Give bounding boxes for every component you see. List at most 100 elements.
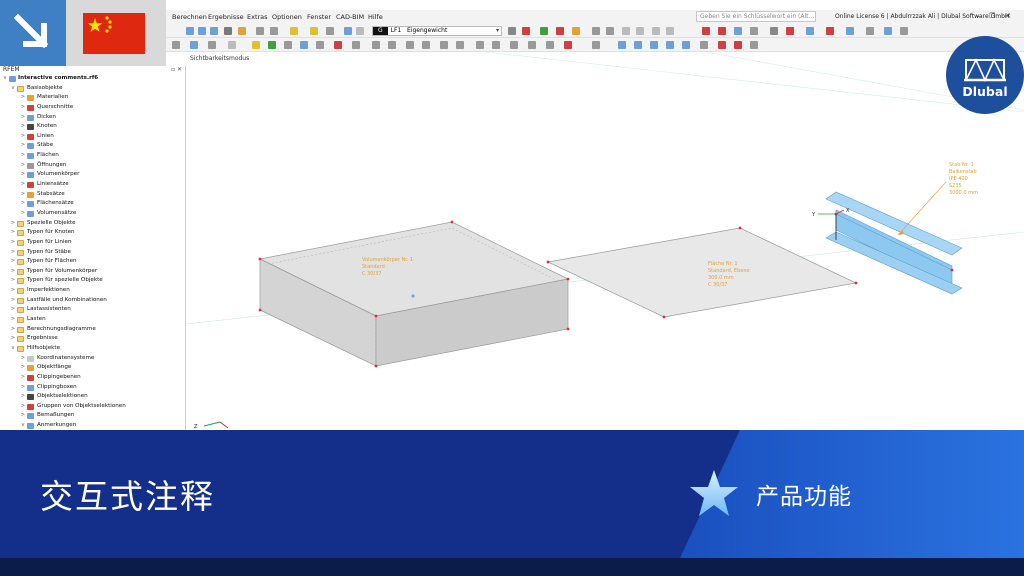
print-icon[interactable] [224, 27, 232, 35]
result-icon[interactable] [718, 27, 726, 35]
chevron-right-icon[interactable]: > [20, 103, 26, 113]
tree-item[interactable]: > Bemaßungen [0, 411, 185, 421]
tree-item[interactable]: > Spezielle Objekte [0, 219, 185, 229]
tree-item[interactable]: > Typen für Flächen [0, 257, 185, 267]
section-icon[interactable] [592, 27, 600, 35]
frame-icon[interactable] [356, 27, 364, 35]
menu-optionen[interactable]: Optionen [272, 13, 302, 21]
table-icon[interactable] [636, 27, 644, 35]
tree-item[interactable]: > Liniensätze [0, 180, 185, 190]
search-input[interactable]: Geben Sie ein Schlüsselwort ein (Alt... [696, 11, 816, 22]
tree-file-row[interactable]: v Interactive comments.rf6 [0, 74, 185, 84]
menu-extras[interactable]: Extras [247, 13, 268, 21]
view-icon[interactable] [650, 41, 658, 49]
chevron-right-icon[interactable]: > [20, 180, 26, 190]
settings-icon[interactable] [900, 27, 908, 35]
menu-hilfe[interactable]: Hilfe [368, 13, 383, 21]
tree-item[interactable]: > Querschnitte [0, 103, 185, 113]
display-icon[interactable] [572, 27, 580, 35]
grid-icon[interactable] [372, 41, 380, 49]
tree-item[interactable]: > Linien [0, 132, 185, 142]
result-icon[interactable] [556, 27, 564, 35]
tree-item[interactable]: > Imperfektionen [0, 286, 185, 296]
tree-item[interactable]: > Gruppen von Objektselektionen [0, 402, 185, 412]
result-icon[interactable] [826, 27, 834, 35]
tree-item[interactable]: v Basisobjekte [0, 84, 185, 94]
view-icon[interactable] [846, 27, 854, 35]
solid-icon[interactable] [316, 41, 324, 49]
calculate-icon[interactable] [540, 27, 548, 35]
minimize-icon[interactable]: – [972, 11, 984, 22]
tree-item[interactable]: > Objektfänge [0, 363, 185, 373]
menu-fenster[interactable]: Fenster [307, 13, 331, 21]
snap-icon[interactable] [528, 41, 536, 49]
chevron-down-icon[interactable]: v [2, 74, 8, 84]
tree-item[interactable]: v Anmerkungen [0, 421, 185, 430]
chevron-right-icon[interactable]: > [20, 383, 26, 393]
chevron-right-icon[interactable]: > [20, 402, 26, 412]
chevron-right-icon[interactable]: > [10, 286, 16, 296]
view-icon[interactable] [884, 27, 892, 35]
tree-item[interactable]: > Koordinatensysteme [0, 354, 185, 364]
tree-item[interactable]: > Clippingboxen [0, 383, 185, 393]
model-icon[interactable] [750, 27, 758, 35]
result-icon[interactable] [702, 27, 710, 35]
chevron-down-icon[interactable]: v [20, 421, 26, 430]
tree-item[interactable]: > Typen für spezielle Objekte [0, 276, 185, 286]
view-icon[interactable] [186, 27, 194, 35]
table-icon[interactable] [652, 27, 660, 35]
chevron-right-icon[interactable]: > [20, 141, 26, 151]
load-case-select[interactable]: G LF1 Eigengewicht ▾ [372, 26, 502, 36]
table-icon[interactable] [700, 41, 708, 49]
snap-icon[interactable] [476, 41, 484, 49]
chevron-right-icon[interactable]: > [20, 113, 26, 123]
snap-icon[interactable] [510, 41, 518, 49]
menu-ergebnisse[interactable]: Ergebnisse [208, 13, 244, 21]
tree-item[interactable]: > Volumensätze [0, 209, 185, 219]
solid-volume[interactable] [258, 220, 570, 368]
snap-icon[interactable] [422, 41, 430, 49]
chevron-down-icon[interactable]: v [10, 344, 16, 354]
chevron-right-icon[interactable]: > [20, 132, 26, 142]
view-icon[interactable] [806, 27, 814, 35]
view-icon[interactable] [682, 41, 690, 49]
chevron-right-icon[interactable]: > [20, 411, 26, 421]
chevron-right-icon[interactable]: > [20, 199, 26, 209]
view-icon[interactable] [198, 27, 206, 35]
model-scene[interactable]: X Y Volumenkörper Nr. 1 Standard C 30/37… [186, 52, 1024, 430]
view-icon[interactable] [734, 27, 742, 35]
chevron-right-icon[interactable]: > [20, 373, 26, 383]
chevron-right-icon[interactable]: > [20, 122, 26, 132]
snap-icon[interactable] [492, 41, 500, 49]
view-icon[interactable] [634, 41, 642, 49]
tree-item[interactable]: > Volumenkörper [0, 170, 185, 180]
tree-item[interactable]: > Öffnungen [0, 161, 185, 171]
snap-icon[interactable] [546, 41, 554, 49]
dimension-icon[interactable] [592, 41, 600, 49]
section-icon[interactable] [606, 27, 614, 35]
chevron-right-icon[interactable]: > [20, 161, 26, 171]
snap-icon[interactable] [456, 41, 464, 49]
line-icon[interactable] [268, 41, 276, 49]
model-icon[interactable] [270, 27, 278, 35]
delete-icon[interactable] [718, 41, 726, 49]
settings-icon[interactable] [750, 41, 758, 49]
tree-item[interactable]: > Knoten [0, 122, 185, 132]
chevron-right-icon[interactable]: > [10, 276, 16, 286]
tree-item[interactable]: > Berechnungsdiagramme [0, 325, 185, 335]
chevron-right-icon[interactable]: > [10, 325, 16, 335]
tree-item[interactable]: > Flächensätze [0, 199, 185, 209]
restore-icon[interactable]: ❐ [986, 11, 998, 22]
chevron-right-icon[interactable]: > [10, 267, 16, 277]
tree-item[interactable]: > Objektselektionen [0, 392, 185, 402]
chevron-right-icon[interactable]: > [10, 334, 16, 344]
previous-icon[interactable] [508, 27, 516, 35]
chevron-right-icon[interactable]: > [10, 228, 16, 238]
settings-icon[interactable] [866, 27, 874, 35]
tree-item[interactable]: > Typen für Knoten [0, 228, 185, 238]
table-icon[interactable] [666, 27, 674, 35]
tree-item[interactable]: > Materialien [0, 93, 185, 103]
tree-item[interactable]: v Hilfsobjekte [0, 344, 185, 354]
tree-item[interactable]: > Typen für Volumenkörper [0, 267, 185, 277]
view-icon[interactable] [344, 27, 352, 35]
